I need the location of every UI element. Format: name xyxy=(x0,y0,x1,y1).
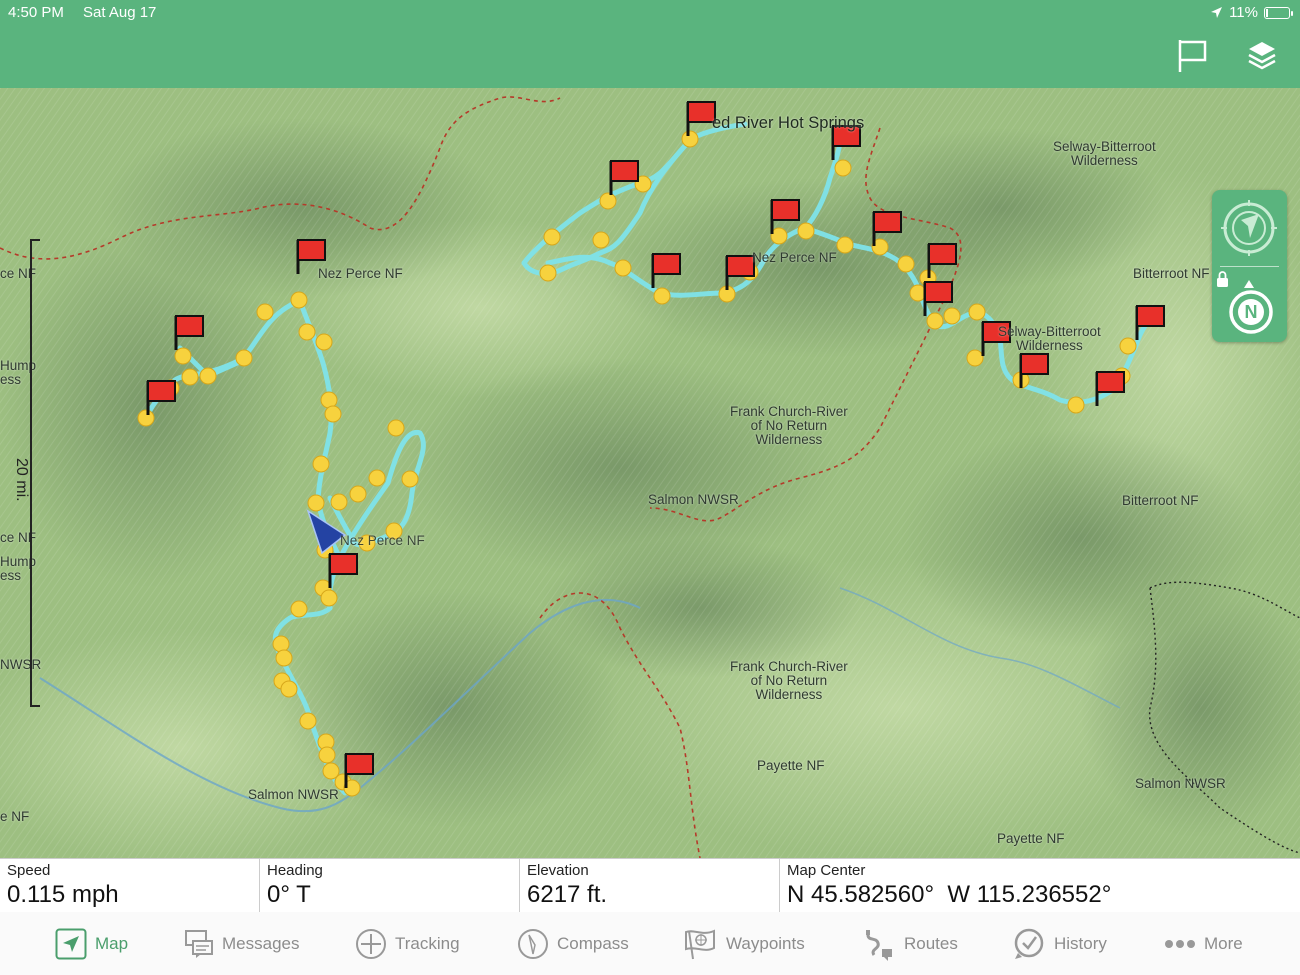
tab-compass[interactable]: Compass xyxy=(517,912,629,975)
label-nez-perce-2: Nez Perce NF xyxy=(752,250,837,265)
app-header: 4:50 PM Sat Aug 17 11% xyxy=(0,0,1300,88)
label-salmon-2: Salmon NWSR xyxy=(248,787,339,802)
waypoints-icon xyxy=(685,929,715,959)
heading-label: Heading xyxy=(267,862,323,879)
status-date: Sat Aug 17 xyxy=(83,4,157,21)
tab-bar: Map Messages Tracking Compass Waypoints … xyxy=(0,912,1300,975)
north-lock-icon: N xyxy=(1217,271,1273,334)
tab-tracking[interactable]: Tracking xyxy=(355,912,460,975)
label-selway-mid: Selway-Bitterroot Wilderness xyxy=(998,324,1101,353)
scale-bar xyxy=(30,239,40,707)
label-salmon-1: Salmon NWSR xyxy=(648,492,739,507)
data-cell-map-center: Map Center N 45.582560° W 115.236552° xyxy=(780,859,1300,912)
north-up-lock-button[interactable]: N xyxy=(1212,266,1287,342)
tab-history[interactable]: History xyxy=(1012,912,1107,975)
heading-value: 0° T xyxy=(267,881,311,908)
tab-waypoints-label: Waypoints xyxy=(726,933,805,953)
flag-icon xyxy=(1178,40,1207,72)
label-frank-church-1: Frank Church-River of No Return Wilderne… xyxy=(730,404,848,447)
history-icon xyxy=(1014,928,1044,959)
map-control-panel: N xyxy=(1212,190,1287,342)
compass-icon xyxy=(518,928,548,959)
location-arrow-icon xyxy=(1211,7,1223,18)
tab-waypoints[interactable]: Waypoints xyxy=(684,912,805,975)
label-nez-perce-1: Nez Perce NF xyxy=(318,266,403,281)
tab-messages-label: Messages xyxy=(222,933,300,953)
status-bar: 4:50 PM Sat Aug 17 11% xyxy=(0,0,1300,26)
tab-more-label: More xyxy=(1204,933,1243,953)
data-cell-speed: Speed 0.115 mph xyxy=(0,859,260,912)
elevation-label: Elevation xyxy=(527,862,589,879)
tab-routes-label: Routes xyxy=(904,933,958,953)
layers-icon xyxy=(1248,42,1276,70)
tab-routes[interactable]: Routes xyxy=(862,912,958,975)
tab-tracking-label: Tracking xyxy=(395,933,460,953)
data-panel: Speed 0.115 mph Heading 0° T Elevation 6… xyxy=(0,858,1300,913)
data-cell-elevation: Elevation 6217 ft. xyxy=(520,859,780,912)
label-payette-2: Payette NF xyxy=(997,831,1065,846)
label-edge-6: e NF xyxy=(0,809,30,824)
status-time: 4:50 PM xyxy=(8,4,64,21)
map-view[interactable]: ed River Hot Springs Selway-Bitterroot W… xyxy=(0,88,1300,858)
add-waypoint-flag-button[interactable] xyxy=(1176,38,1210,74)
battery-percent: 11% xyxy=(1229,4,1258,21)
tab-messages[interactable]: Messages xyxy=(184,912,299,975)
status-right: 11% xyxy=(1210,4,1293,21)
speed-label: Speed xyxy=(7,862,51,879)
tab-map[interactable]: Map xyxy=(55,912,128,975)
routes-icon xyxy=(866,929,892,961)
tracking-icon xyxy=(356,928,386,959)
label-frank-church-2: Frank Church-River of No Return Wilderne… xyxy=(730,659,848,702)
map-layers-button[interactable] xyxy=(1245,38,1279,74)
label-payette-1: Payette NF xyxy=(757,758,825,773)
label-salmon-3: Salmon NWSR xyxy=(1135,776,1226,791)
more-icon xyxy=(1165,939,1195,948)
label-selway-top: Selway-Bitterroot Wilderness xyxy=(1053,139,1156,168)
label-red-river-hot-springs: ed River Hot Springs xyxy=(712,114,865,132)
messages-icon xyxy=(185,929,213,958)
elevation-value: 6217 ft. xyxy=(527,881,608,908)
tab-compass-label: Compass xyxy=(557,933,629,953)
map-arrow-icon xyxy=(55,928,87,959)
map-terrain xyxy=(0,88,1300,858)
svg-text:N: N xyxy=(1245,302,1258,322)
label-nez-perce-3: Nez Perce NF xyxy=(340,533,425,548)
recenter-button[interactable] xyxy=(1212,190,1287,266)
map-center-value: N 45.582560° W 115.236552° xyxy=(787,881,1112,908)
label-bitterroot-1: Bitterroot NF xyxy=(1133,266,1210,281)
recenter-compass-icon xyxy=(1221,200,1277,256)
map-center-label: Map Center xyxy=(787,862,866,879)
scale-label: 20 mi. xyxy=(13,458,30,502)
tab-history-label: History xyxy=(1054,933,1107,953)
label-bitterroot-2: Bitterroot NF xyxy=(1122,493,1199,508)
battery-icon xyxy=(1264,6,1293,19)
data-cell-heading: Heading 0° T xyxy=(260,859,520,912)
speed-value: 0.115 mph xyxy=(7,881,119,908)
tab-more[interactable]: More xyxy=(1164,912,1243,975)
tab-map-label: Map xyxy=(95,933,129,953)
